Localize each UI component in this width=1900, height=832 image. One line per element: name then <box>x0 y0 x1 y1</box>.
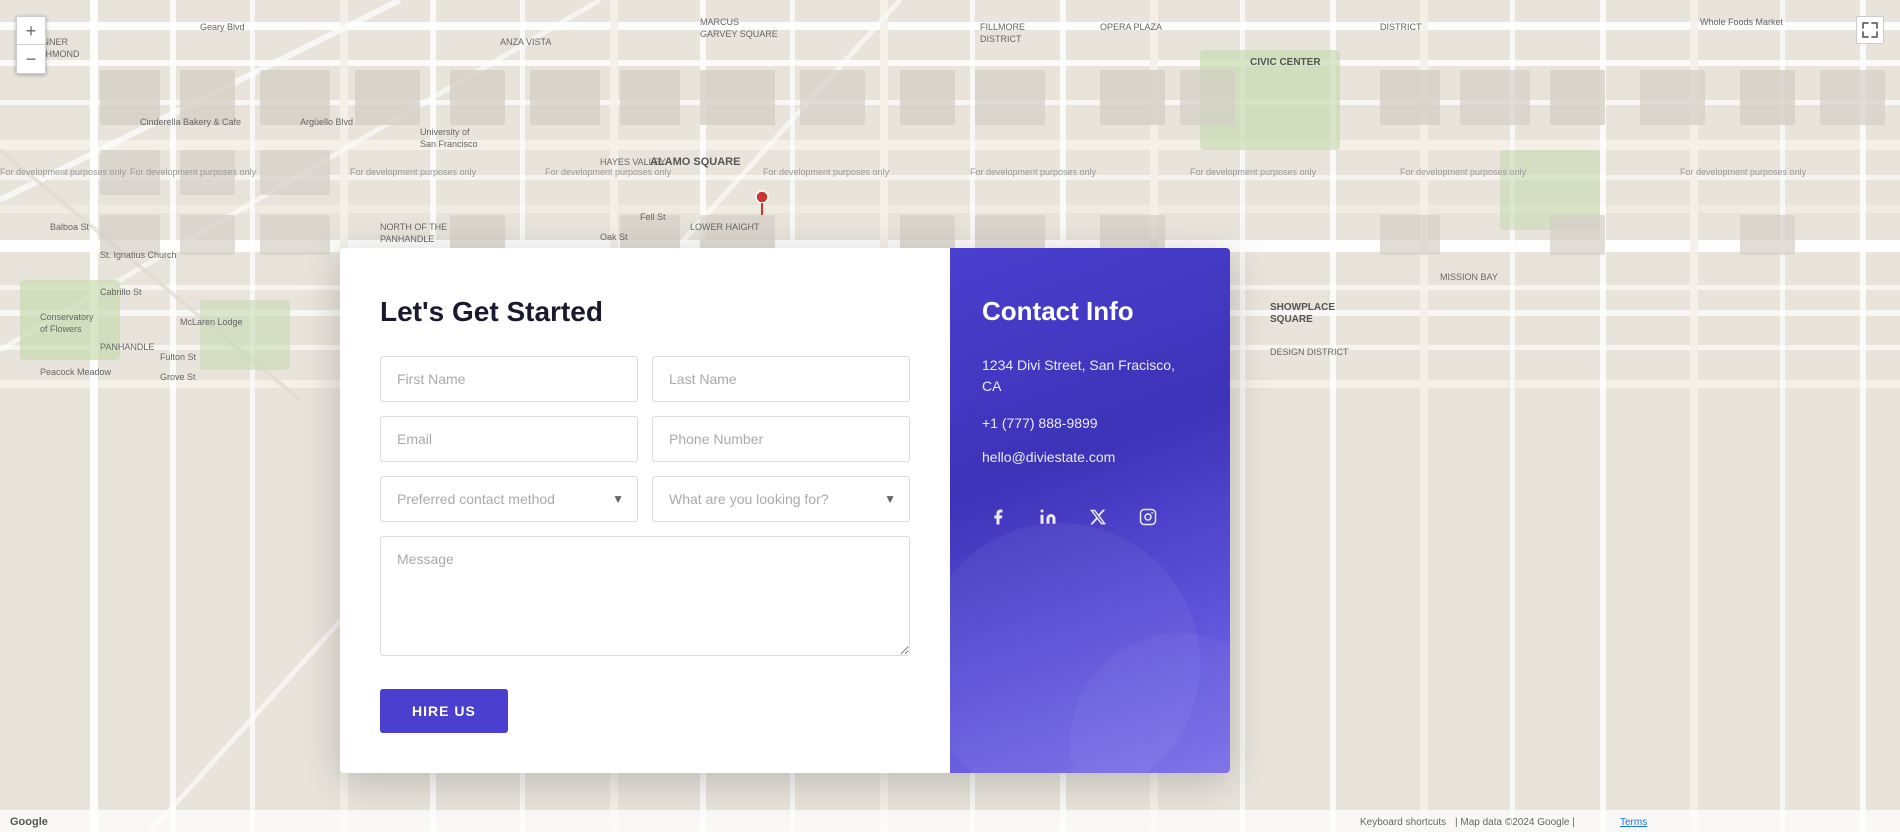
svg-text:DISTRICT: DISTRICT <box>980 34 1022 44</box>
svg-text:GARVEY SQUARE: GARVEY SQUARE <box>700 29 778 39</box>
facebook-icon[interactable] <box>982 501 1014 533</box>
svg-text:For development purposes only: For development purposes only <box>130 167 257 177</box>
twitter-x-icon[interactable] <box>1082 501 1114 533</box>
svg-text:For development purposes only: For development purposes only <box>350 167 477 177</box>
contact-row <box>380 416 910 462</box>
svg-text:St. Ignatius Church: St. Ignatius Church <box>100 250 177 260</box>
form-title: Let's Get Started <box>380 296 910 328</box>
contact-email: hello@diviestate.com <box>982 449 1198 465</box>
svg-text:Keyboard shortcuts: Keyboard shortcuts <box>1360 817 1446 828</box>
message-row <box>380 536 910 661</box>
linkedin-icon[interactable] <box>1032 501 1064 533</box>
svg-text:DESIGN DISTRICT: DESIGN DISTRICT <box>1270 347 1349 357</box>
fullscreen-button[interactable] <box>1856 16 1884 44</box>
svg-text:HAYES VALLEY: HAYES VALLEY <box>600 157 666 167</box>
svg-text:San Francisco: San Francisco <box>420 139 478 149</box>
svg-text:Cabrillo St: Cabrillo St <box>100 287 142 297</box>
svg-text:Fulton St: Fulton St <box>160 352 197 362</box>
svg-text:Whole Foods Market: Whole Foods Market <box>1700 17 1784 27</box>
svg-text:For development purposes only: For development purposes only <box>545 167 672 177</box>
svg-text:For development purposes only: For development purposes only <box>0 167 127 177</box>
svg-text:Conservatory: Conservatory <box>40 312 94 322</box>
email-group <box>380 416 638 462</box>
svg-text:ANZA VISTA: ANZA VISTA <box>500 37 551 47</box>
looking-for-group: What are you looking for? Buy Sell Rent … <box>652 476 910 522</box>
svg-text:MARCUS: MARCUS <box>700 17 739 27</box>
svg-text:SHOWPLACE: SHOWPLACE <box>1270 302 1335 313</box>
svg-text:Geary Blvd: Geary Blvd <box>200 22 245 32</box>
svg-text:Fell St: Fell St <box>640 212 666 222</box>
contact-address: 1234 Divi Street, San Fracisco, CA <box>982 355 1198 397</box>
zoom-in-button[interactable]: + <box>17 17 45 45</box>
svg-text:Oak St: Oak St <box>600 232 628 242</box>
svg-text:For development purposes only: For development purposes only <box>1190 167 1317 177</box>
svg-text:For development purposes only: For development purposes only <box>763 167 890 177</box>
contact-panel: Contact Info 1234 Divi Street, San Fraci… <box>950 248 1230 773</box>
phone-group <box>652 416 910 462</box>
looking-for-select[interactable]: What are you looking for? Buy Sell Rent <box>652 476 910 522</box>
svg-text:FILLMORE: FILLMORE <box>980 22 1025 32</box>
dropdowns-row: Preferred contact method Email Phone Tex… <box>380 476 910 522</box>
svg-text:NORTH OF THE: NORTH OF THE <box>380 222 447 232</box>
svg-text:PANHANDLE: PANHANDLE <box>100 342 154 352</box>
svg-text:Balboa St: Balboa St <box>50 222 90 232</box>
svg-text:CIVIC CENTER: CIVIC CENTER <box>1250 57 1321 68</box>
submit-button[interactable]: HIRE US <box>380 689 508 733</box>
svg-text:MISSION BAY: MISSION BAY <box>1440 272 1498 282</box>
svg-text:| Map data ©2024 Google |: | Map data ©2024 Google | <box>1455 817 1575 828</box>
svg-text:SQUARE: SQUARE <box>1270 314 1313 325</box>
svg-text:LOWER HAIGHT: LOWER HAIGHT <box>690 222 760 232</box>
zoom-out-button[interactable]: − <box>17 45 45 73</box>
last-name-input[interactable] <box>652 356 910 402</box>
svg-text:Cinderella Bakery & Cafe: Cinderella Bakery & Cafe <box>140 117 241 127</box>
contact-phone: +1 (777) 888-9899 <box>982 415 1198 431</box>
svg-text:McLaren Lodge: McLaren Lodge <box>180 317 243 327</box>
phone-input[interactable] <box>652 416 910 462</box>
svg-text:For development purposes only: For development purposes only <box>1400 167 1527 177</box>
svg-text:Terms: Terms <box>1620 817 1647 828</box>
email-input[interactable] <box>380 416 638 462</box>
first-name-group <box>380 356 638 402</box>
social-icons <box>982 501 1198 533</box>
svg-text:Peacock Meadow: Peacock Meadow <box>40 367 112 377</box>
contact-title: Contact Info <box>982 296 1198 327</box>
contact-method-select[interactable]: Preferred contact method Email Phone Tex… <box>380 476 638 522</box>
map-zoom-controls: + − <box>16 16 46 74</box>
first-name-input[interactable] <box>380 356 638 402</box>
last-name-group <box>652 356 910 402</box>
form-panel: Let's Get Started Preferred contact met <box>340 248 950 773</box>
message-group <box>380 536 910 661</box>
svg-text:of Flowers: of Flowers <box>40 324 82 334</box>
svg-text:Google: Google <box>10 816 48 828</box>
contact-method-group: Preferred contact method Email Phone Tex… <box>380 476 638 522</box>
modal-container: Let's Get Started Preferred contact met <box>340 248 1230 773</box>
svg-text:DISTRICT: DISTRICT <box>1380 22 1422 32</box>
svg-text:University of: University of <box>420 127 470 137</box>
name-row <box>380 356 910 402</box>
message-textarea[interactable] <box>380 536 910 656</box>
svg-text:For development purposes only: For development purposes only <box>970 167 1097 177</box>
svg-text:OPERA PLAZA: OPERA PLAZA <box>1100 22 1162 32</box>
svg-text:PANHANDLE: PANHANDLE <box>380 234 434 244</box>
svg-text:For development purposes only: For development purposes only <box>1680 167 1807 177</box>
svg-text:Argüello Blvd: Argüello Blvd <box>300 117 353 127</box>
instagram-icon[interactable] <box>1132 501 1164 533</box>
svg-text:Grove St: Grove St <box>160 372 196 382</box>
